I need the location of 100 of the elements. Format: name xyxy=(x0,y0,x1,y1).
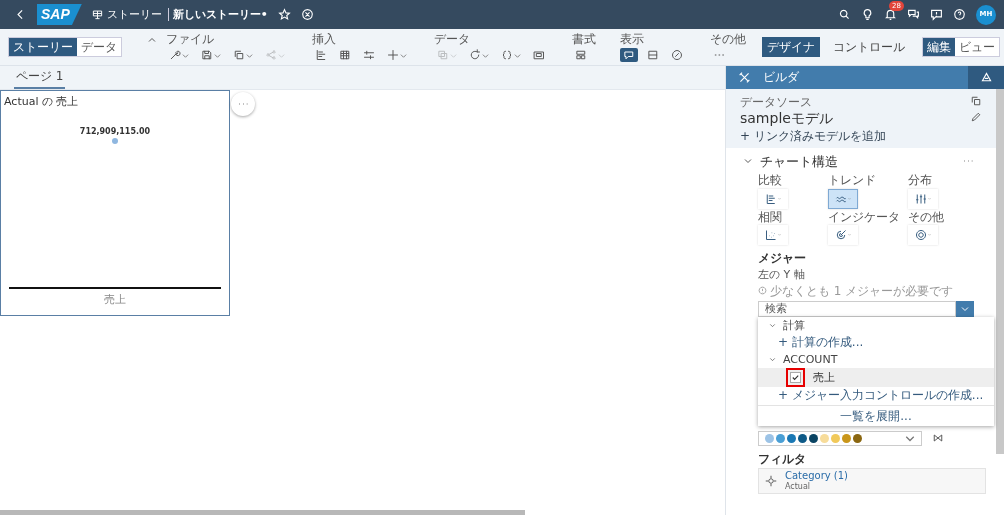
filters-heading: フィルタ xyxy=(758,451,807,467)
table-icon xyxy=(339,49,351,62)
styling-tab[interactable] xyxy=(968,66,1004,89)
checkbox[interactable] xyxy=(790,371,801,383)
axis-label: 売上 xyxy=(104,293,126,307)
caret-icon xyxy=(246,51,253,59)
chart-type-label: 比較 xyxy=(758,173,782,188)
filter-label: Category (1) xyxy=(785,470,849,483)
measures-heading: メジャー xyxy=(758,250,806,266)
copy-icon xyxy=(233,49,245,62)
chart-type-label: トレンド xyxy=(828,173,876,188)
measure-label: 売上 xyxy=(813,370,835,384)
scrollbar[interactable] xyxy=(0,510,525,515)
lightbulb-icon[interactable] xyxy=(861,8,874,21)
distribution-chart-icon xyxy=(915,192,927,205)
color-palette-dropdown[interactable] xyxy=(758,430,922,446)
bell-icon[interactable] xyxy=(884,8,897,21)
caret-icon xyxy=(450,51,457,59)
scrollbar[interactable] xyxy=(996,89,1004,454)
donut-chart-button[interactable] xyxy=(908,224,938,245)
donut-chart-icon xyxy=(915,228,927,241)
filter-value: Actual xyxy=(785,482,811,492)
presentation-icon xyxy=(91,9,103,20)
search-icon[interactable] xyxy=(838,8,851,21)
bar-chart-button[interactable] xyxy=(758,188,788,209)
expand-list-link[interactable]: 一覧を展開... xyxy=(758,405,994,427)
chevron-icon xyxy=(768,321,777,330)
group-label: ファイル xyxy=(166,32,215,47)
window-icon xyxy=(533,49,545,62)
logo: SAP xyxy=(37,4,82,25)
edit-icon[interactable] xyxy=(970,111,982,123)
view-tab[interactable]: コントロール xyxy=(828,36,910,58)
mode-tab[interactable]: ストーリー xyxy=(9,37,77,57)
caret-icon xyxy=(400,51,407,59)
axis-label: 左の Y 軸 xyxy=(758,268,805,282)
dropdown-button[interactable] xyxy=(956,300,974,317)
create-link[interactable]: + 計算の作成... xyxy=(758,334,868,351)
breadcrumb-link[interactable]: ストーリー xyxy=(106,7,169,22)
caret-icon xyxy=(514,51,521,59)
plus-icon xyxy=(387,49,399,62)
mode-toggle[interactable]: 編集 xyxy=(923,37,955,57)
distribution-chart-button[interactable] xyxy=(908,188,938,209)
warning-icon xyxy=(758,286,767,296)
measure-group[interactable]: 計算 xyxy=(758,316,815,335)
sliders-icon xyxy=(363,49,375,62)
group-label: データ xyxy=(434,32,471,47)
star-icon[interactable] xyxy=(277,8,291,21)
close-icon[interactable] xyxy=(300,8,314,21)
check-icon xyxy=(791,372,800,382)
group-label: 書式 xyxy=(572,32,596,47)
measure-group[interactable]: ACCOUNT xyxy=(758,350,848,368)
copy-icon[interactable] xyxy=(970,95,982,107)
page-tab[interactable]: ページ 1 xyxy=(14,65,66,89)
braces-icon xyxy=(501,49,513,62)
format-icon xyxy=(575,49,587,62)
chart-type-label: 相関 xyxy=(758,209,782,224)
chart-icon xyxy=(315,49,327,62)
caret-icon xyxy=(278,51,285,59)
caret-icon xyxy=(182,51,189,59)
data-point xyxy=(112,138,118,145)
chart-widget[interactable]: Actual の 売上 712,909,115.00 売上 xyxy=(0,90,230,316)
data-label: 712,909,115.00 xyxy=(79,127,151,137)
target-chart-button[interactable] xyxy=(828,224,858,245)
compass-icon xyxy=(671,49,683,62)
add-linked-model-link[interactable]: + リンク済みモデルを追加 xyxy=(740,129,886,144)
save-icon xyxy=(201,49,213,62)
section-title: チャート構造 xyxy=(760,153,838,170)
data-source-name: sampleモデル xyxy=(740,110,833,128)
help-icon[interactable] xyxy=(953,8,966,21)
search-field[interactable]: 検索 xyxy=(758,300,956,317)
chat-icon[interactable] xyxy=(907,8,920,21)
chart-type-label: インジケータ xyxy=(828,209,900,224)
caret-icon xyxy=(905,433,915,444)
bar-chart-icon xyxy=(765,192,777,205)
chart-title: Actual の 売上 xyxy=(3,94,80,110)
warning-text: 少なくとも 1 メジャーが必要です xyxy=(770,283,954,298)
view-tab[interactable]: デザイナ xyxy=(762,36,820,58)
feedback-icon[interactable] xyxy=(930,8,943,21)
comment-tool[interactable] xyxy=(620,48,638,63)
target-chart-icon xyxy=(835,228,847,241)
panel-title: ビルダ xyxy=(763,70,799,85)
scatter-chart-icon xyxy=(765,228,777,241)
panel-icon xyxy=(647,49,659,62)
scatter-chart-button[interactable] xyxy=(758,224,788,245)
story-title: 新しいストーリー• xyxy=(172,7,268,22)
caret-icon xyxy=(482,51,489,59)
group-label: その他 xyxy=(710,32,746,47)
line-chart-button[interactable] xyxy=(828,188,858,209)
data-source-label: データソース xyxy=(740,95,812,110)
caret-icon xyxy=(214,51,221,59)
chart-type-label: 分布 xyxy=(908,173,932,188)
refresh-icon xyxy=(469,49,481,62)
blend-icon xyxy=(437,49,449,62)
create-link[interactable]: + メジャー入力コントロールの作成... xyxy=(758,386,988,404)
share-icon xyxy=(265,49,277,62)
group-label: 表示 xyxy=(620,32,645,47)
group-label: 挿入 xyxy=(312,32,337,47)
filter-token[interactable]: Category (1) Actual xyxy=(758,468,986,494)
swap-icon[interactable] xyxy=(932,432,944,445)
chart-type-label: その他 xyxy=(908,209,944,224)
